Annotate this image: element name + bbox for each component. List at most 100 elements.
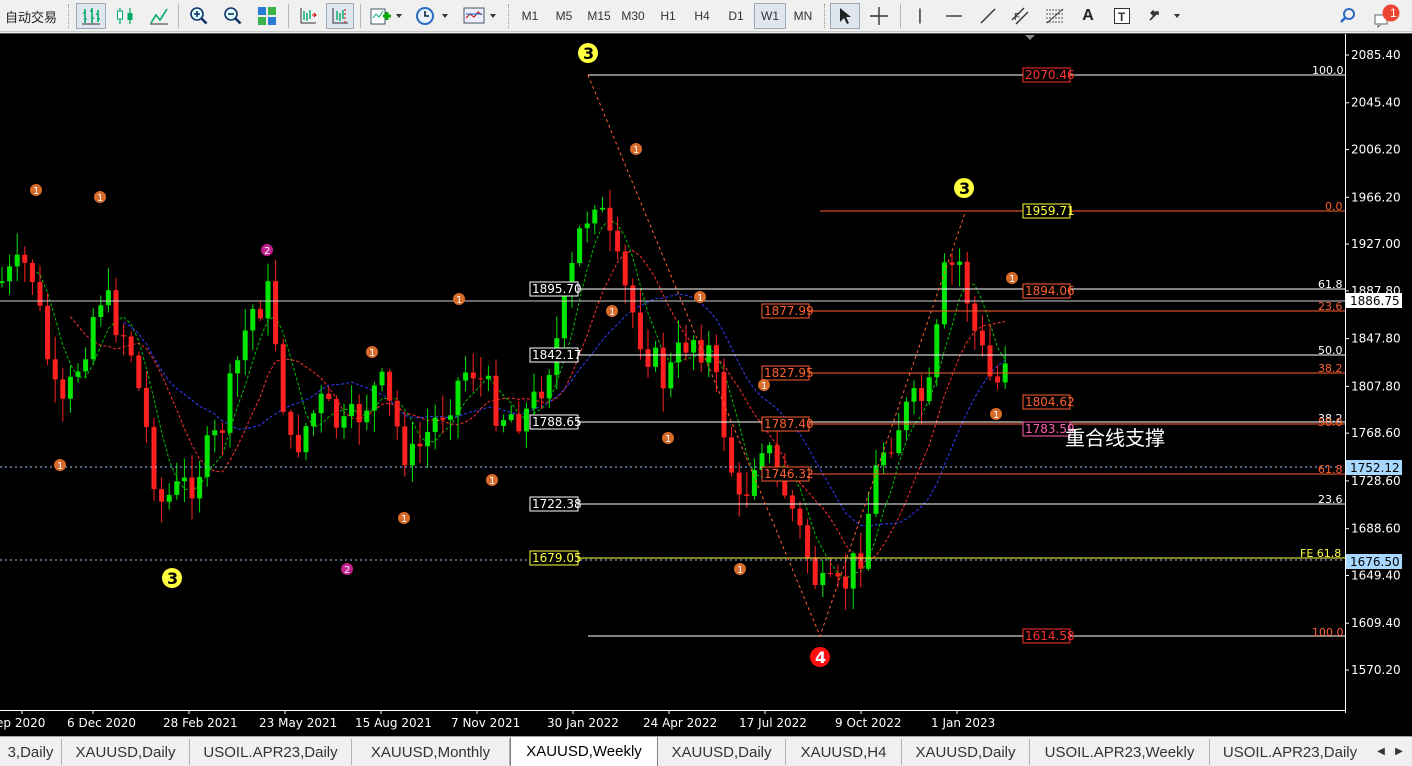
price-scale-label: 1847.80: [1351, 332, 1401, 346]
periods-dropdown-icon[interactable]: [412, 3, 452, 29]
candle-body: [888, 452, 894, 454]
fib-percent-label: 61.8: [1318, 278, 1343, 291]
candle-body: [349, 403, 355, 417]
wave-label-1: 1: [697, 293, 703, 304]
text-icon[interactable]: A: [1074, 3, 1102, 29]
text-label-icon[interactable]: T: [1108, 3, 1136, 29]
candle-body: [121, 335, 127, 337]
candlestick-chart-icon[interactable]: [110, 3, 140, 29]
zoom-in-icon[interactable]: [184, 3, 214, 29]
timeframe-m1-button[interactable]: M1: [514, 3, 546, 29]
candle-body: [22, 254, 28, 263]
candle-body: [546, 375, 552, 399]
candle-body: [865, 513, 871, 569]
tab-chart-1[interactable]: 3,Daily: [0, 739, 62, 765]
candle-body: [98, 305, 104, 317]
price-chart[interactable]: 1895.70 1842.17 1788.65 1722.38 1679.05 2070.…: [0, 33, 1412, 736]
timeframe-mn-button[interactable]: MN: [788, 3, 818, 29]
candle-body: [60, 379, 66, 399]
line-chart-icon[interactable]: [144, 3, 174, 29]
trendline-icon[interactable]: [974, 3, 1002, 29]
candle-body: [789, 495, 795, 509]
timeframe-m5-button[interactable]: M5: [548, 3, 580, 29]
candle-body: [113, 290, 119, 336]
tab-chart-8[interactable]: XAUUSD,Daily: [902, 739, 1030, 765]
bar-chart-icon[interactable]: [76, 3, 106, 29]
tile-windows-icon[interactable]: [252, 3, 282, 29]
svg-text:F: F: [1014, 12, 1020, 23]
timeframe-h4-button[interactable]: H4: [686, 3, 718, 29]
timeframe-d1-button[interactable]: D1: [720, 3, 752, 29]
toolbar-grip[interactable]: [824, 4, 827, 28]
candle-body: [668, 362, 674, 389]
chart-shift-icon[interactable]: [294, 3, 322, 29]
fibonacci-retracement-icon[interactable]: [1040, 3, 1070, 29]
tab-chart-10[interactable]: USOIL.APR23,Daily: [1210, 739, 1370, 765]
fib-price-label: 1877.99: [764, 304, 814, 318]
auto-trading-button[interactable]: 自动交易: [0, 3, 62, 29]
fib-percent-label: 23.6: [1318, 493, 1343, 506]
candle-body: [850, 553, 856, 589]
candle-body: [653, 347, 659, 367]
notifications-icon[interactable]: 1: [1370, 3, 1404, 29]
tab-chart-7[interactable]: XAUUSD,H4: [786, 739, 902, 765]
equidistant-channel-icon[interactable]: F: [1006, 3, 1036, 29]
candle-body: [508, 414, 514, 421]
tabs-scroll-right-icon[interactable]: ▶: [1392, 743, 1406, 759]
tabs-scroll-left-icon[interactable]: ◀: [1374, 743, 1388, 759]
price-scale-label: 2045.40: [1351, 96, 1401, 110]
toolbar-grip[interactable]: [68, 4, 71, 28]
auto-scroll-icon[interactable]: [326, 3, 354, 29]
wave-label-3: 3: [959, 179, 970, 198]
tab-chart-6[interactable]: XAUUSD,Daily: [658, 739, 786, 765]
alert-price-value: 1676.50: [1350, 555, 1400, 569]
candle-body: [105, 290, 111, 306]
candle-body: [926, 377, 932, 402]
crosshair-icon[interactable]: [864, 3, 894, 29]
candle-body: [67, 376, 73, 399]
timeframe-m15-button[interactable]: M15: [582, 3, 616, 29]
price-scale-label: 1570.20: [1351, 663, 1401, 677]
vertical-line-icon[interactable]: |: [906, 3, 934, 29]
candle-body: [219, 430, 225, 433]
price-scale-label: 1768.60: [1351, 426, 1401, 440]
chart-canvas[interactable]: 1895.70 1842.17 1788.65 1722.38 1679.05 2070.…: [0, 33, 1412, 736]
wave-label-1: 1: [33, 186, 39, 197]
candle-body: [683, 342, 689, 353]
price-scale-label: 2085.40: [1351, 48, 1401, 62]
candle-body: [523, 408, 529, 432]
candle-body: [919, 388, 925, 402]
toolbar-grip[interactable]: [508, 4, 511, 28]
tab-chart-9[interactable]: USOIL.APR23,Weekly: [1030, 739, 1210, 765]
notification-count-badge: 1: [1390, 6, 1397, 20]
candle-body: [645, 349, 651, 367]
timeframe-h1-button[interactable]: H1: [652, 3, 684, 29]
timeframe-w1-button[interactable]: W1: [754, 3, 786, 29]
arrows-dropdown-icon[interactable]: [1144, 3, 1184, 29]
candle-body: [949, 262, 955, 265]
candle-body: [964, 261, 970, 304]
candle-body: [911, 388, 917, 402]
price-scale-label: 1927.00: [1351, 237, 1401, 251]
indicators-dropdown-icon[interactable]: [366, 3, 406, 29]
wave-label-2: 2: [344, 565, 350, 576]
fib-price-label: 1959.71: [1025, 204, 1075, 218]
zoom-out-icon[interactable]: [218, 3, 248, 29]
templates-dropdown-icon[interactable]: [460, 3, 500, 29]
wave-label-1: 1: [665, 434, 671, 445]
wave-label-1: 1: [57, 461, 63, 472]
candle-body: [295, 434, 301, 453]
fib-price-label: 1894.06: [1025, 284, 1075, 298]
tab-chart-4[interactable]: XAUUSD,Monthly: [352, 739, 510, 765]
candle-body: [744, 494, 750, 496]
candle-body: [303, 426, 309, 453]
tab-chart-2[interactable]: XAUUSD,Daily: [62, 739, 190, 765]
timeframe-m30-button[interactable]: M30: [616, 3, 650, 29]
cursor-icon[interactable]: [830, 3, 860, 29]
search-icon[interactable]: [1334, 3, 1362, 29]
candle-body: [174, 481, 180, 495]
horizontal-line-icon[interactable]: [940, 3, 968, 29]
tab-chart-3[interactable]: USOIL.APR23,Daily: [190, 739, 352, 765]
candle-body: [45, 305, 51, 360]
tab-chart-5[interactable]: XAUUSD,Weekly: [510, 737, 658, 766]
